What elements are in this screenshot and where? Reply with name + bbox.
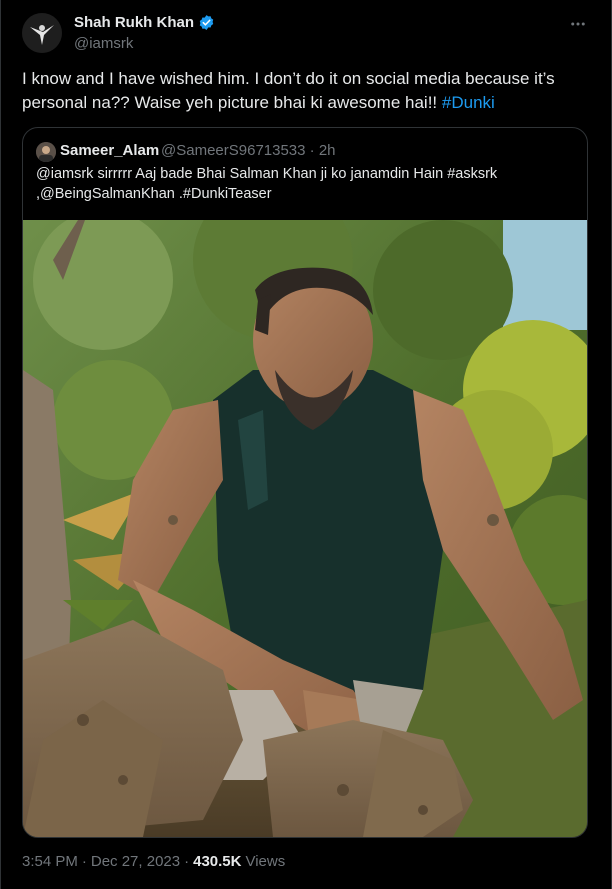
post-date[interactable]: Dec 27, 2023 (91, 853, 180, 870)
hashtag-link[interactable]: #Dunki (442, 93, 495, 112)
verified-badge-icon (198, 14, 215, 31)
author-name-row[interactable]: Shah Rukh Khan (74, 14, 215, 31)
quote-author-avatar (36, 142, 56, 162)
quote-text: @iamsrk sirrrrr Aaj bade Bhai Salman Kha… (36, 166, 498, 202)
author-handle[interactable]: @iamsrk (74, 35, 133, 52)
post-time[interactable]: 3:54 PM (22, 853, 78, 870)
quote-handle-time: @SameerS96713533 · 2h (161, 142, 336, 159)
tweet-text: I know and I have wished him. I don’t do… (22, 67, 582, 115)
meta-separator: · (184, 853, 190, 870)
tweet-detail: Shah Rukh Khan @iamsrk I know and I have… (0, 0, 612, 889)
quote-photo[interactable] (23, 220, 587, 837)
views-count: 430.5K (193, 853, 242, 870)
author-name[interactable]: Shah Rukh Khan (74, 14, 194, 31)
quoted-tweet-card[interactable]: Sameer_Alam @SameerS96713533 · 2h @iamsr… (22, 127, 588, 838)
tweet-meta: 3:54 PM · Dec 27, 2023 · 430.5K Views (22, 853, 285, 870)
meta-separator: · (81, 853, 87, 870)
views-label: Views (245, 853, 286, 870)
more-horizontal-icon[interactable] (566, 12, 590, 36)
quote-author-name: Sameer_Alam (60, 142, 160, 159)
author-avatar[interactable] (22, 13, 62, 53)
